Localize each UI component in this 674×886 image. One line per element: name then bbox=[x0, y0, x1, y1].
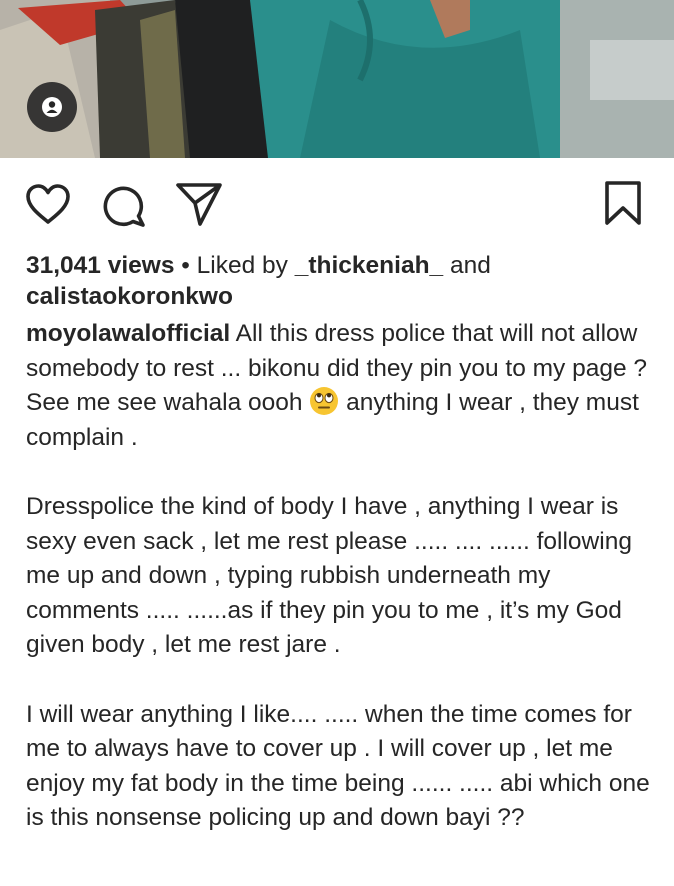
caption-paragraph-1: moyolawalofficial All this dress police … bbox=[26, 317, 658, 455]
user-tag-icon bbox=[42, 97, 62, 117]
comment-icon[interactable] bbox=[100, 182, 146, 228]
caption-paragraph-3: I will wear anything I like.... ..... wh… bbox=[26, 700, 650, 832]
liker-username-1[interactable]: _thickeniah_ bbox=[295, 252, 443, 279]
liker-username-2[interactable]: calistaokoronkwo bbox=[26, 283, 233, 310]
caption-username[interactable]: moyolawalofficial bbox=[26, 320, 230, 347]
liked-by-label: • Liked by bbox=[174, 252, 295, 279]
views-count[interactable]: 31,041 views bbox=[26, 252, 174, 279]
paper-plane-icon[interactable] bbox=[175, 181, 223, 227]
bookmark-icon[interactable] bbox=[603, 180, 643, 226]
heart-icon[interactable] bbox=[25, 183, 71, 225]
post-actions-bar bbox=[0, 158, 674, 250]
post-caption: moyolawalofficial All this dress police … bbox=[26, 317, 658, 836]
and-label: and bbox=[443, 252, 491, 279]
caption-paragraph-2: Dresspolice the kind of body I have , an… bbox=[26, 492, 632, 659]
post-stats: 31,041 views • Liked by _thickeniah_ and… bbox=[26, 250, 656, 312]
post-photo[interactable] bbox=[0, 0, 674, 158]
face-with-rolling-eyes-emoji bbox=[310, 387, 339, 416]
instagram-post: 31,041 views • Liked by _thickeniah_ and… bbox=[0, 0, 674, 886]
likes-line: 31,041 views • Liked by _thickeniah_ and bbox=[26, 250, 656, 281]
photo-illustration bbox=[0, 0, 674, 158]
tagged-users-button[interactable] bbox=[27, 82, 77, 132]
